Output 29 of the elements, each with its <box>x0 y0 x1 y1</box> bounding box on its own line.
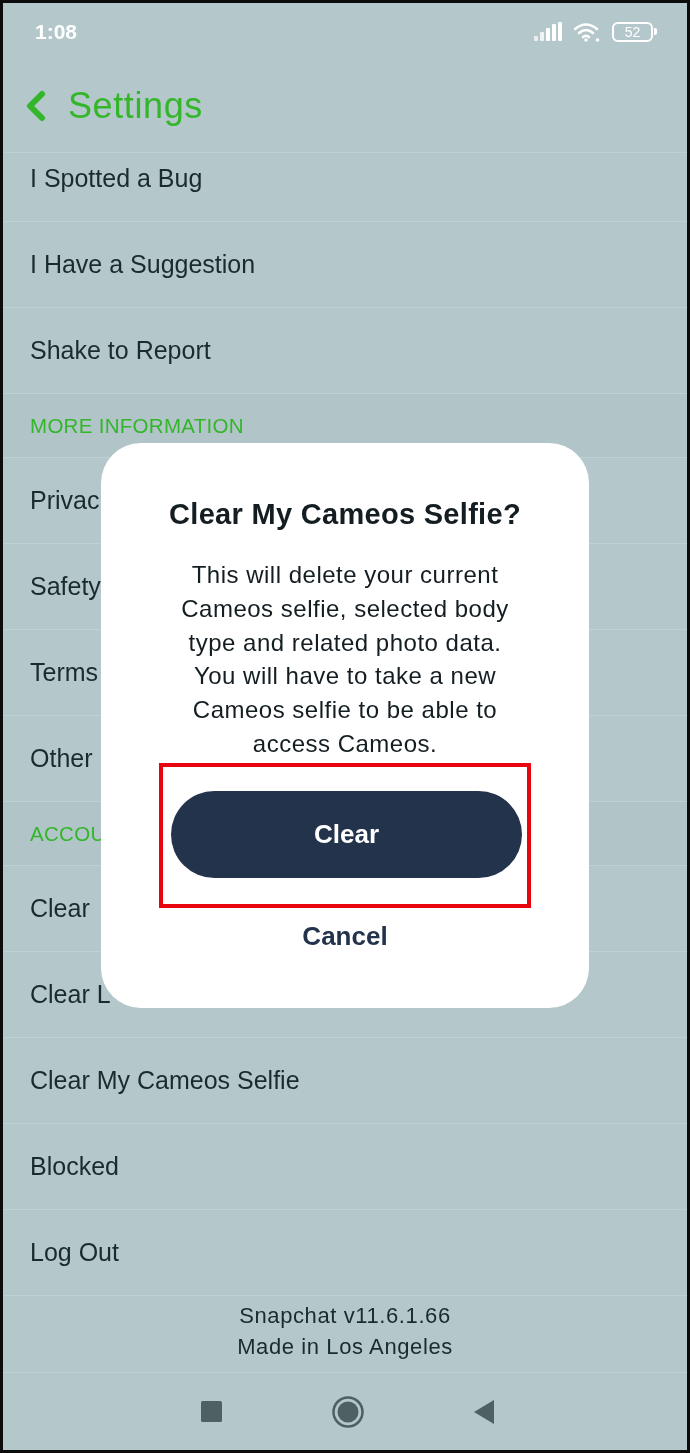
footer-text: Snapchat v11.6.1.66 <box>239 1302 451 1330</box>
settings-item[interactable]: Terms <box>30 658 99 687</box>
back-chevron-icon <box>25 90 47 122</box>
back-nav-button[interactable] <box>474 1399 495 1424</box>
dialog-title: Clear My Cameos Selfie? <box>169 497 521 532</box>
cancel-button[interactable]: Cancel <box>292 919 398 952</box>
settings-item[interactable]: Other <box>30 744 93 773</box>
settings-item[interactable]: I Have a Suggestion <box>30 250 256 279</box>
battery-indicator: 52 <box>612 21 657 42</box>
signal-icon <box>534 22 562 41</box>
settings-item[interactable]: I Spotted a Bug <box>30 164 203 193</box>
square-icon <box>201 1401 222 1422</box>
circle-icon <box>332 1395 364 1428</box>
status-time: 1:08 <box>35 19 78 44</box>
settings-item[interactable]: Clear <box>30 894 90 923</box>
settings-item[interactable]: Shake to Report <box>30 336 211 365</box>
wifi-icon <box>574 21 600 42</box>
page-title: Settings <box>68 85 203 127</box>
dialog-message: This will delete your current Cameos selfie, selected body type and related photo data. You will have to take a new Cameos selfie to be able to access Cameos. <box>180 560 510 759</box>
triangle-left-icon <box>474 1399 495 1424</box>
footer-text: Made in Los Angeles <box>237 1333 453 1361</box>
home-button[interactable] <box>332 1395 364 1428</box>
settings-item[interactable]: Blocked <box>30 1152 119 1181</box>
clear-button[interactable]: Clear <box>171 790 522 878</box>
settings-item[interactable]: Log Out <box>30 1238 119 1267</box>
settings-item[interactable]: Privac <box>30 486 100 515</box>
settings-item[interactable]: Clear My Cameos Selfie <box>30 1066 300 1095</box>
section-title: MORE INFORMATION <box>30 413 244 438</box>
settings-item[interactable]: Safety <box>30 572 101 601</box>
